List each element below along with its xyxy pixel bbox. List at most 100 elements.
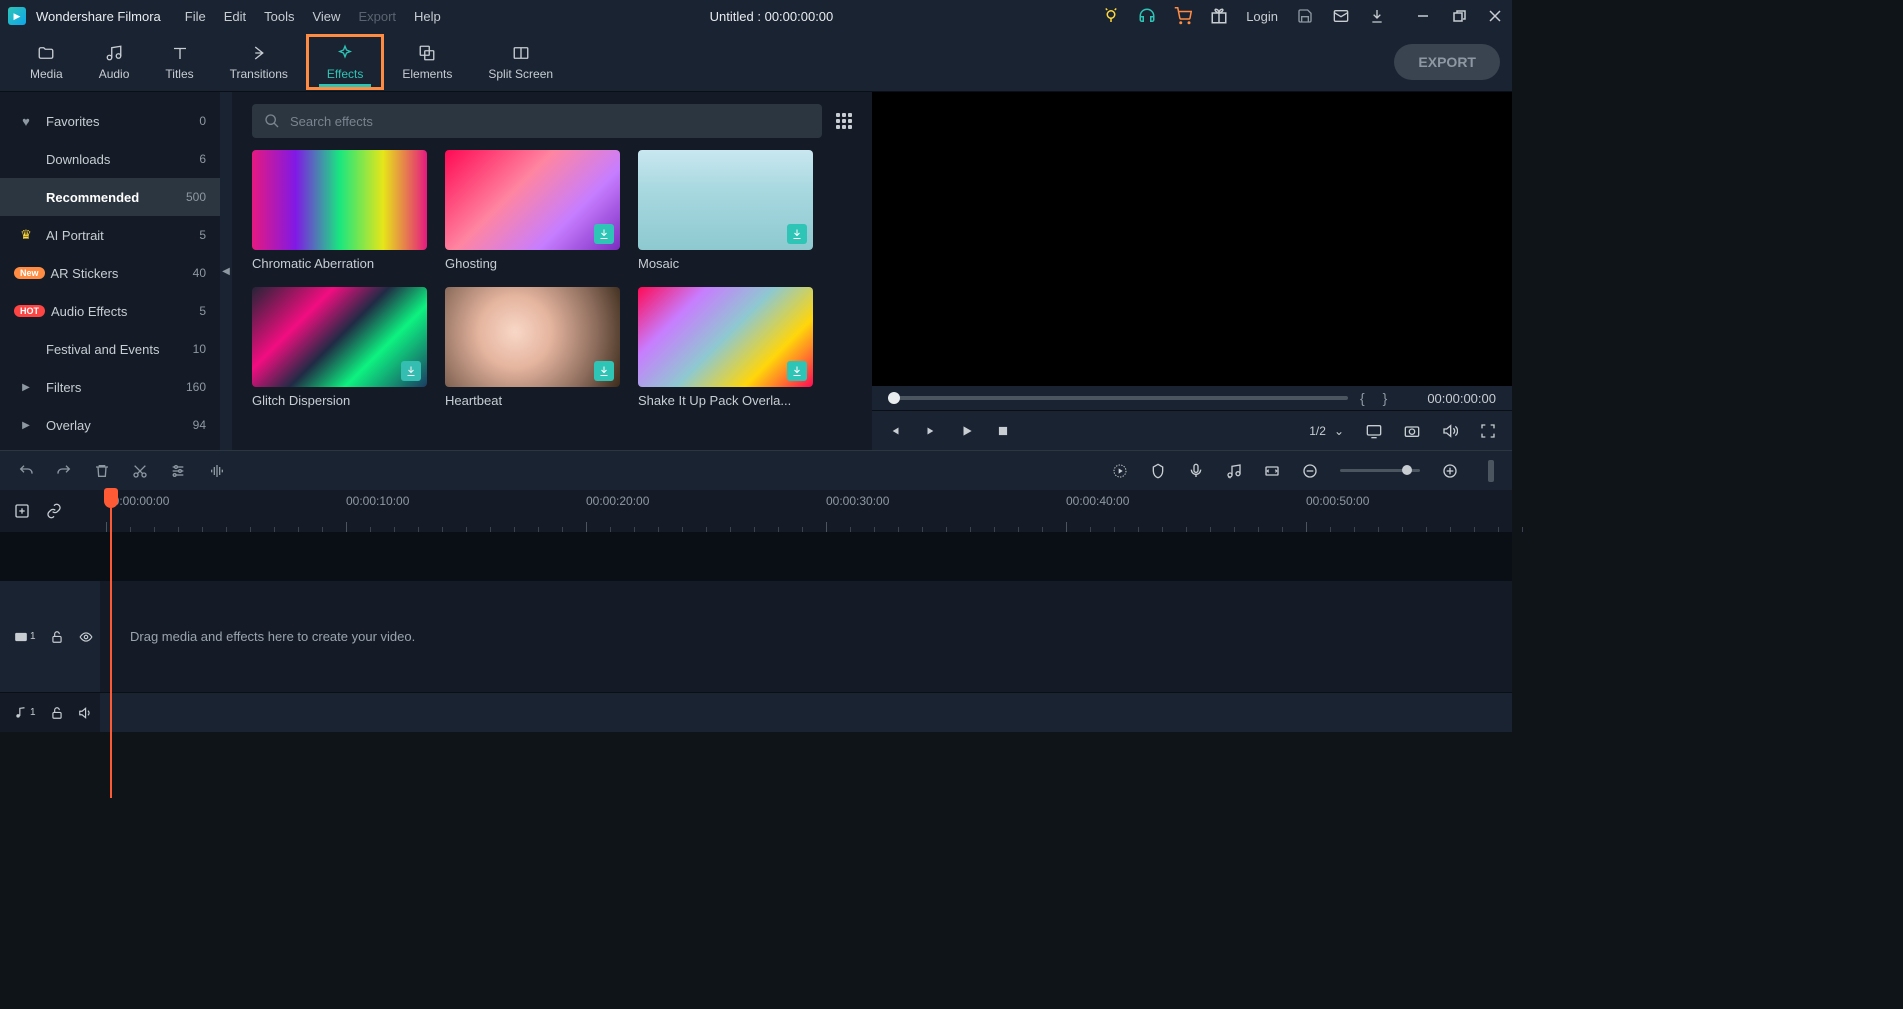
tab-media[interactable]: Media [12, 34, 81, 90]
delete-icon[interactable] [94, 463, 110, 479]
audio-track-body[interactable] [100, 693, 1512, 732]
tab-transitions[interactable]: Transitions [212, 34, 306, 90]
render-icon[interactable] [1112, 463, 1128, 479]
download-badge-icon[interactable] [594, 224, 614, 244]
sidebar-count: 0 [199, 114, 206, 128]
sidebar-downloads[interactable]: Downloads 6 [0, 140, 220, 178]
add-track-icon[interactable] [14, 503, 30, 519]
zoom-slider-handle[interactable] [1402, 465, 1412, 475]
prev-frame-icon[interactable] [888, 424, 902, 438]
minimize-button[interactable] [1414, 7, 1432, 25]
tab-split-screen[interactable]: Split Screen [470, 34, 571, 90]
maximize-button[interactable] [1450, 7, 1468, 25]
sidebar-favorites[interactable]: ♥ Favorites 0 [0, 102, 220, 140]
sidebar-filters[interactable]: ▶ Filters 160 [0, 368, 220, 406]
tab-titles[interactable]: Titles [147, 34, 211, 90]
audio-waveform-icon[interactable] [208, 463, 226, 479]
menu-help[interactable]: Help [414, 9, 441, 24]
play-icon[interactable] [960, 424, 974, 438]
mail-icon[interactable] [1332, 7, 1350, 25]
download-badge-icon[interactable] [787, 361, 807, 381]
volume-icon[interactable] [1442, 423, 1458, 439]
sidebar-recommended[interactable]: Recommended 500 [0, 178, 220, 216]
grid-view-icon[interactable] [836, 113, 852, 129]
download-icon[interactable] [1368, 7, 1386, 25]
sidebar-count: 94 [193, 418, 206, 432]
menu-view[interactable]: View [312, 9, 340, 24]
sidebar-label: Favorites [46, 114, 199, 129]
scrub-track[interactable] [888, 396, 1348, 400]
effect-card[interactable]: Shake It Up Pack Overla... [638, 287, 813, 408]
save-icon[interactable] [1296, 7, 1314, 25]
folder-icon [36, 43, 56, 63]
download-badge-icon[interactable] [787, 224, 807, 244]
mark-in-out[interactable]: {} [1360, 390, 1405, 406]
timeline-ruler[interactable]: 00:00:00:0000:00:10:0000:00:20:0000:00:3… [100, 490, 1512, 532]
download-badge-icon[interactable] [401, 361, 421, 381]
effect-thumbnail [445, 150, 620, 250]
login-button[interactable]: Login [1246, 9, 1278, 24]
titlebar: Wondershare Filmora File Edit Tools View… [0, 0, 1512, 32]
mic-icon[interactable] [1188, 463, 1204, 479]
marker-icon[interactable] [1150, 463, 1166, 479]
effect-card[interactable]: Chromatic Aberration [252, 150, 427, 271]
menu-edit[interactable]: Edit [224, 9, 246, 24]
fit-icon[interactable] [1264, 463, 1280, 479]
eye-icon[interactable] [78, 630, 94, 644]
lock-icon[interactable] [50, 630, 64, 644]
tab-audio[interactable]: Audio [81, 34, 148, 90]
sidebar-label: AR Stickers [51, 266, 193, 281]
sidebar-label: Festival and Events [46, 342, 193, 357]
zoom-out-icon[interactable] [1302, 463, 1318, 479]
sidebar-audio-effects[interactable]: HOT Audio Effects 5 [0, 292, 220, 330]
next-frame-icon[interactable] [924, 424, 938, 438]
effect-card[interactable]: Ghosting [445, 150, 620, 271]
scrub-handle[interactable] [888, 392, 900, 404]
export-button[interactable]: EXPORT [1394, 44, 1500, 80]
video-track-icon[interactable]: 1 [14, 630, 36, 644]
search-box[interactable] [252, 104, 822, 138]
preview-video[interactable] [872, 92, 1512, 386]
chevron-down-icon: ⌄ [1334, 424, 1344, 438]
lock-icon[interactable] [50, 706, 64, 720]
redo-icon[interactable] [56, 463, 72, 479]
adjust-icon[interactable] [170, 463, 186, 479]
effect-card[interactable]: Heartbeat [445, 287, 620, 408]
snapshot-icon[interactable] [1404, 423, 1420, 439]
mixer-icon[interactable] [1226, 463, 1242, 479]
speaker-icon[interactable] [78, 706, 92, 720]
fullscreen-icon[interactable] [1480, 423, 1496, 439]
zoom-ratio-select[interactable]: 1/2 ⌄ [1309, 424, 1344, 438]
tab-label: Effects [327, 67, 363, 81]
sidebar-ar-stickers[interactable]: New AR Stickers 40 [0, 254, 220, 292]
support-icon[interactable] [1138, 7, 1156, 25]
display-icon[interactable] [1366, 423, 1382, 439]
effect-card[interactable]: Glitch Dispersion [252, 287, 427, 408]
sidebar-ai-portrait[interactable]: ♛ AI Portrait 5 [0, 216, 220, 254]
playhead[interactable] [104, 488, 118, 788]
video-track-body[interactable]: Drag media and effects here to create yo… [100, 581, 1512, 692]
zoom-slider[interactable] [1340, 469, 1420, 472]
menu-tools[interactable]: Tools [264, 9, 294, 24]
tab-elements[interactable]: Elements [384, 34, 470, 90]
effect-card[interactable]: Mosaic [638, 150, 813, 271]
search-input[interactable] [290, 114, 810, 129]
close-button[interactable] [1486, 7, 1504, 25]
sidebar-overlay[interactable]: ▶ Overlay 94 [0, 406, 220, 444]
stop-icon[interactable] [996, 424, 1010, 438]
sidebar-count: 500 [186, 190, 206, 204]
sidebar-festival[interactable]: Festival and Events 10 [0, 330, 220, 368]
tips-icon[interactable] [1102, 7, 1120, 25]
zoom-in-icon[interactable] [1442, 463, 1458, 479]
sidebar-collapse-handle[interactable]: ◀ [220, 92, 232, 450]
gift-icon[interactable] [1210, 7, 1228, 25]
menu-export: Export [358, 9, 396, 24]
cut-icon[interactable] [132, 463, 148, 479]
undo-icon[interactable] [18, 463, 34, 479]
menu-file[interactable]: File [185, 9, 206, 24]
download-badge-icon[interactable] [594, 361, 614, 381]
cart-icon[interactable] [1174, 7, 1192, 25]
audio-track-icon[interactable]: 1 [14, 706, 36, 720]
tab-effects[interactable]: Effects [306, 34, 384, 90]
link-icon[interactable] [46, 503, 62, 519]
